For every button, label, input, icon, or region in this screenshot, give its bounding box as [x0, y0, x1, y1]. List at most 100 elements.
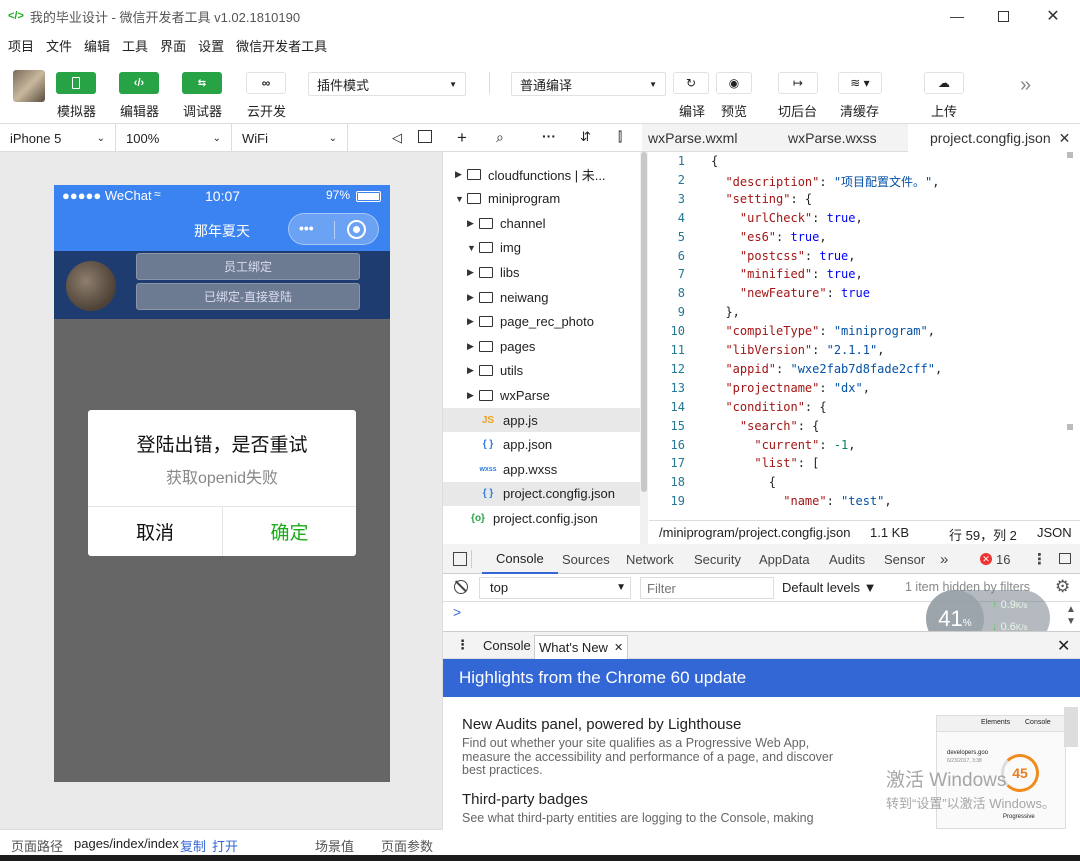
levels-select[interactable]: Default levels ▼: [782, 580, 877, 595]
close-miniprogram-icon[interactable]: [347, 220, 366, 239]
expanded-chevron-icon[interactable]: ▼: [455, 194, 467, 204]
maximize-button[interactable]: [980, 0, 1026, 32]
simulator-toggle[interactable]: [56, 72, 96, 94]
menu-edit[interactable]: 编辑: [84, 36, 110, 55]
clear-console-icon[interactable]: [454, 580, 468, 594]
dock-icon[interactable]: [1059, 553, 1071, 564]
collapsed-chevron-icon[interactable]: ▶: [467, 267, 479, 278]
drawer-menu-icon[interactable]: ⋮: [456, 637, 469, 653]
scroll-down-arrow-icon[interactable]: ▼: [1066, 616, 1076, 627]
upload-button[interactable]: ☁: [924, 72, 964, 94]
tree-folder[interactable]: ▶ cloudfunctions | 未...: [443, 162, 642, 186]
split-icon[interactable]: ⫿: [618, 129, 622, 145]
tab-wxparse-wxss[interactable]: wxParse.wxss: [788, 124, 877, 152]
tab-security[interactable]: Security: [694, 544, 741, 574]
tree-folder[interactable]: ▶ channel: [443, 211, 642, 235]
tree-folder[interactable]: ▶ libs: [443, 260, 642, 284]
console-filter-input[interactable]: [640, 577, 774, 599]
menu-project[interactable]: 项目: [8, 36, 34, 55]
tree-file[interactable]: wxss app.wxss: [443, 457, 642, 481]
menu-view[interactable]: 界面: [160, 36, 186, 55]
tab-network[interactable]: Network: [626, 544, 674, 574]
collapsed-chevron-icon[interactable]: ▶: [467, 292, 479, 303]
search-icon[interactable]: ⌕: [496, 129, 504, 146]
modal-confirm-button[interactable]: 确定: [223, 507, 356, 556]
tree-folder[interactable]: ▶ utils: [443, 359, 642, 383]
mode-select[interactable]: 插件模式 ▼: [308, 72, 466, 96]
tab-appdata[interactable]: AppData: [759, 544, 810, 574]
tree-folder[interactable]: ▼ img: [443, 236, 642, 260]
add-icon[interactable]: +: [457, 128, 467, 148]
drawer-tab-whatsnew[interactable]: What's New ✕: [534, 635, 629, 659]
popout-icon[interactable]: [418, 130, 432, 143]
params-button[interactable]: 页面参数: [381, 836, 433, 855]
device-select[interactable]: iPhone 5 ⌄: [0, 124, 116, 152]
whatsnew-scrollbar[interactable]: [1064, 707, 1078, 747]
collapsed-chevron-icon[interactable]: ▶: [467, 218, 479, 229]
copy-link[interactable]: 复制: [180, 836, 206, 855]
context-select[interactable]: top ▼: [479, 577, 631, 599]
collapsed-chevron-icon[interactable]: ▶: [467, 316, 479, 327]
cursor-position[interactable]: 行 59，列 2: [949, 525, 1017, 544]
bind-employee-button[interactable]: 员工绑定: [136, 253, 360, 280]
tree-file[interactable]: {o} project.config.json: [443, 506, 642, 530]
menu-file[interactable]: 文件: [46, 36, 72, 55]
tab-console[interactable]: Console: [482, 544, 558, 574]
preview-button[interactable]: ◉: [716, 72, 752, 94]
drawer-tab-console[interactable]: Console: [483, 638, 531, 653]
more-tabs-icon[interactable]: »: [940, 544, 948, 574]
tree-folder[interactable]: ▶ wxParse: [443, 383, 642, 407]
tab-audits[interactable]: Audits: [829, 544, 865, 574]
item-heading[interactable]: Third-party badges: [462, 791, 588, 808]
tree-folder[interactable]: ▶ neiwang: [443, 285, 642, 309]
cloud-button[interactable]: ∞: [246, 72, 286, 94]
collapsed-chevron-icon[interactable]: ▶: [467, 341, 479, 352]
tree-folder[interactable]: ▶ pages: [443, 334, 642, 358]
close-drawer-icon[interactable]: ✕: [1057, 636, 1070, 656]
more-icon[interactable]: ···: [542, 128, 556, 144]
menu-wechat-devtools[interactable]: 微信开发者工具: [236, 36, 327, 55]
settings-gear-icon[interactable]: ⚙: [1055, 577, 1070, 597]
menu-tools[interactable]: 工具: [122, 36, 148, 55]
tree-folder[interactable]: ▼ miniprogram: [443, 187, 642, 211]
open-link[interactable]: 打开: [212, 836, 238, 855]
minimize-button[interactable]: —: [934, 0, 980, 32]
more-dots-icon[interactable]: •••: [299, 220, 314, 236]
tree-file[interactable]: { } project.congfig.json: [443, 481, 642, 506]
close-tab-icon[interactable]: ✕: [614, 641, 623, 654]
tree-file[interactable]: { } app.json: [443, 433, 642, 457]
clear-cache-button[interactable]: ≋ ▾: [838, 72, 882, 94]
filetree-scrollbar[interactable]: [640, 152, 648, 544]
collapsed-chevron-icon[interactable]: ▶: [455, 169, 467, 180]
tab-wxparse-wxml[interactable]: wxParse.wxml: [648, 124, 737, 152]
collapse-icon[interactable]: ⇵: [580, 129, 591, 145]
close-button[interactable]: ✕: [1030, 0, 1076, 32]
editor-scroll-thumb[interactable]: [1067, 424, 1073, 430]
network-select[interactable]: WiFi ⌄: [232, 124, 348, 152]
compile-button[interactable]: ↻: [673, 72, 709, 94]
expanded-chevron-icon[interactable]: ▼: [467, 243, 479, 253]
background-button[interactable]: ↦: [778, 72, 818, 94]
debugger-toggle[interactable]: ⇆: [182, 72, 222, 94]
code-editor[interactable]: 1 {2 "description": "项目配置文件。", 3 "setting"…: [649, 152, 1080, 520]
compile-select[interactable]: 普通编译 ▼: [511, 72, 666, 96]
scene-button[interactable]: 场景值: [315, 836, 354, 855]
tree-folder[interactable]: ▶ page_rec_photo: [443, 310, 642, 334]
scroll-up-arrow-icon[interactable]: ▲: [1066, 604, 1076, 615]
menu-settings[interactable]: 设置: [198, 36, 224, 55]
collapsed-chevron-icon[interactable]: ▶: [467, 365, 479, 376]
language-mode[interactable]: JSON: [1037, 525, 1072, 540]
kebab-menu-icon[interactable]: ⋮: [1032, 544, 1047, 574]
modal-cancel-button[interactable]: 取消: [88, 507, 222, 556]
tab-sources[interactable]: Sources: [562, 544, 610, 574]
editor-toggle[interactable]: ‹/›: [119, 72, 159, 94]
collapsed-chevron-icon[interactable]: ▶: [467, 390, 479, 401]
close-tab-icon[interactable]: ✕: [1059, 130, 1071, 147]
item-heading[interactable]: New Audits panel, powered by Lighthouse: [462, 716, 741, 733]
inspect-icon[interactable]: [453, 552, 467, 566]
tree-file[interactable]: JS app.js: [443, 408, 642, 432]
more-chevron-icon[interactable]: »: [1020, 74, 1031, 97]
avatar[interactable]: [13, 70, 45, 102]
tab-project-config[interactable]: project.congfig.json ✕: [908, 124, 1080, 152]
error-count[interactable]: ✕ 16: [980, 544, 1010, 574]
